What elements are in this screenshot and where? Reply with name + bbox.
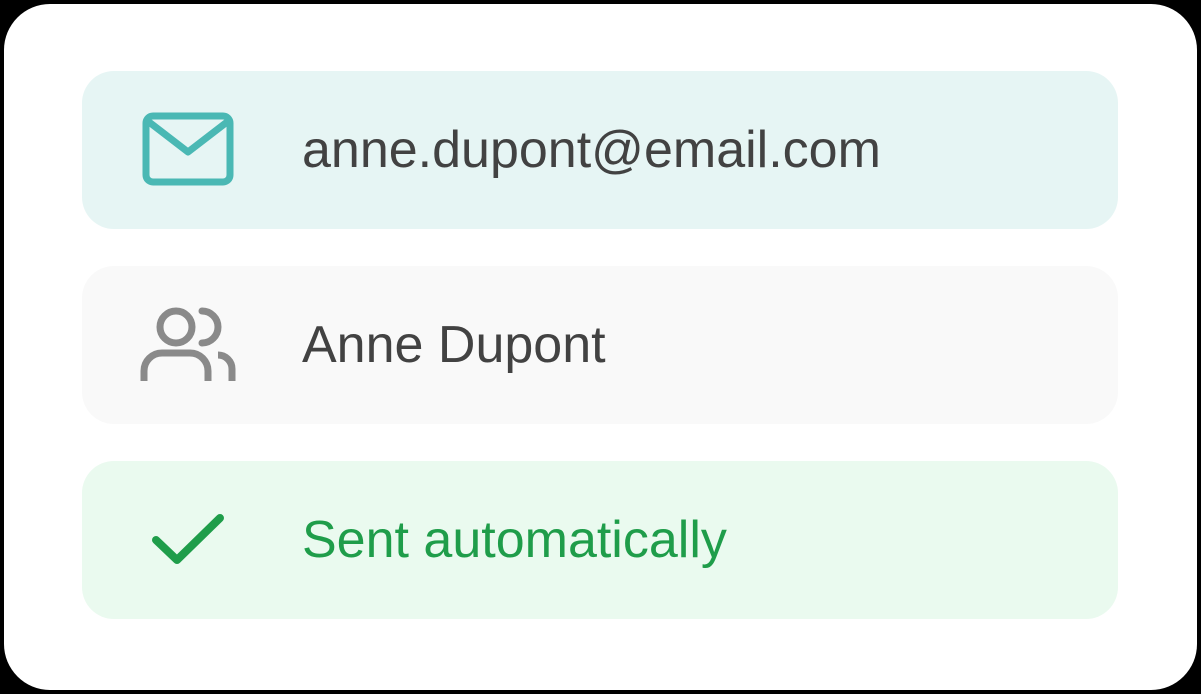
email-address: anne.dupont@email.com (302, 121, 881, 179)
name-row: Anne Dupont (82, 266, 1118, 424)
status-row: Sent automatically (82, 461, 1118, 619)
checkmark-icon (138, 490, 238, 590)
status-text: Sent automatically (302, 511, 727, 569)
email-row: anne.dupont@email.com (82, 71, 1118, 229)
envelope-icon (138, 100, 238, 200)
contact-name: Anne Dupont (302, 316, 606, 374)
users-icon (138, 295, 238, 395)
info-card: anne.dupont@email.com Anne Dupont Sent a… (4, 4, 1197, 690)
